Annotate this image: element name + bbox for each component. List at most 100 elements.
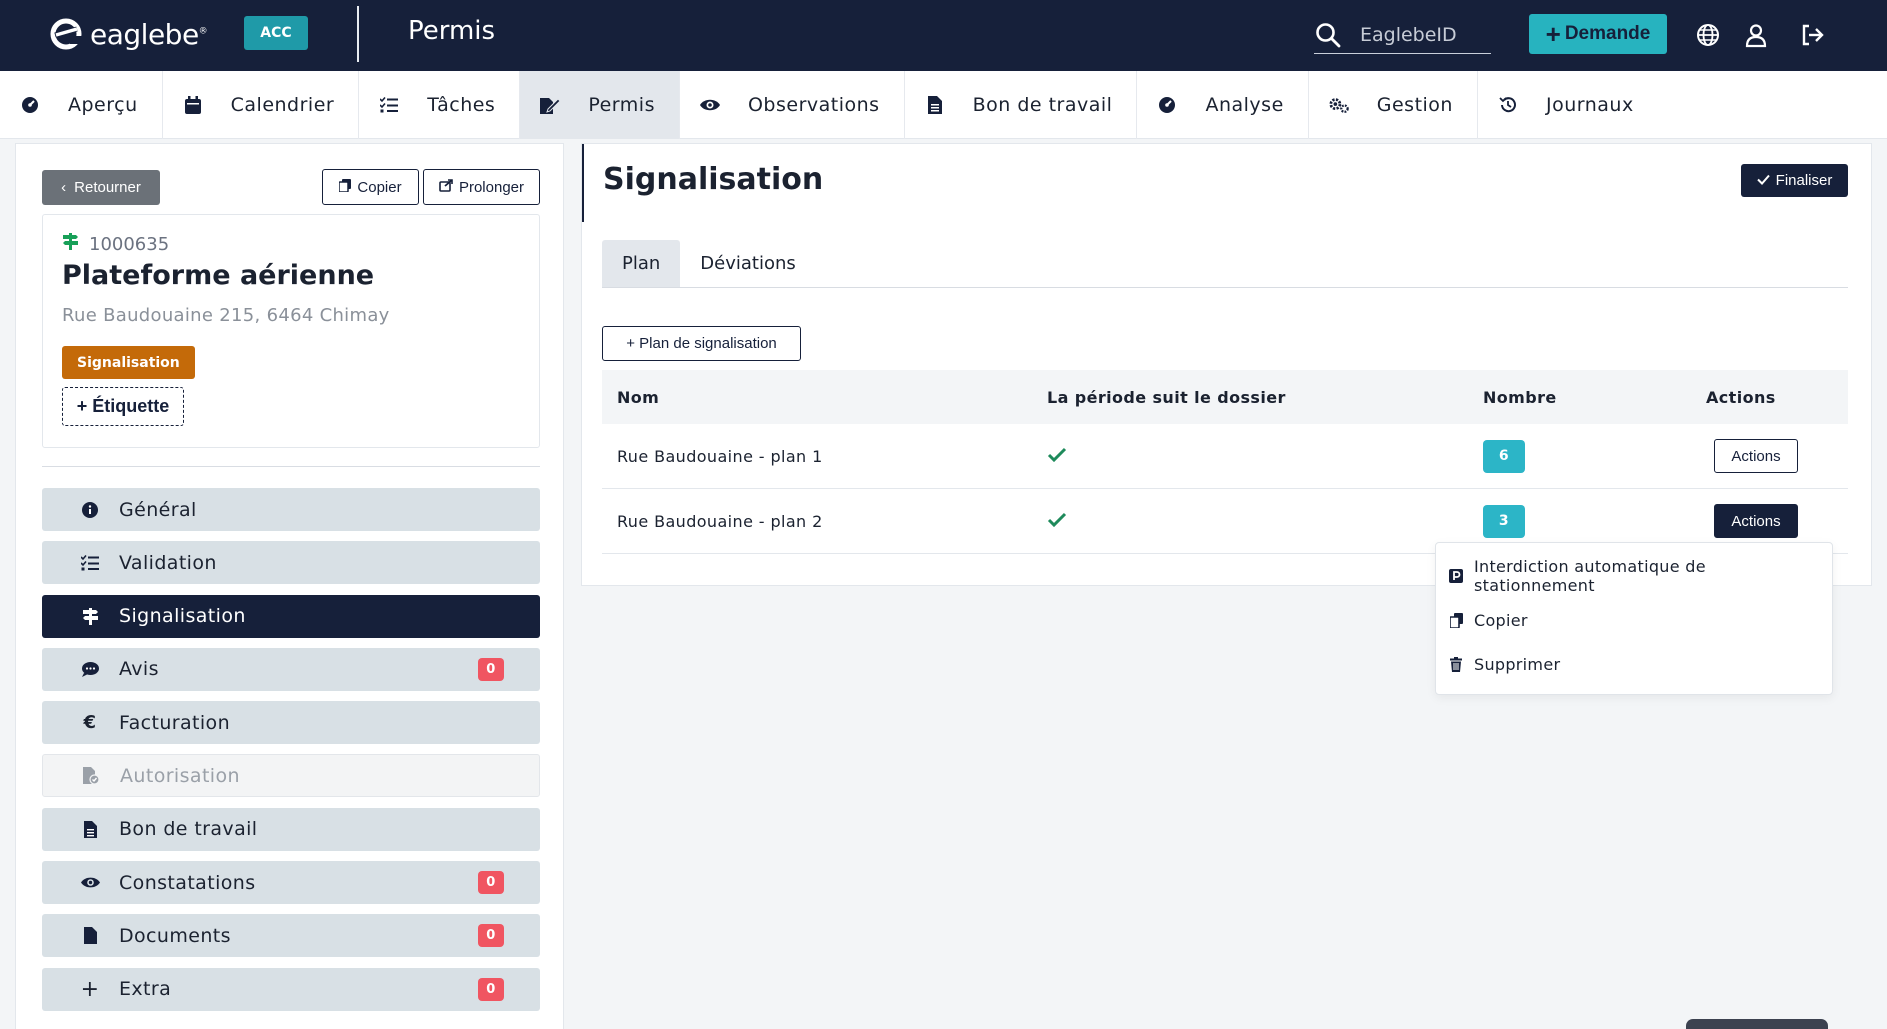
nav-label: Aperçu [68,94,138,116]
menu-item-delete[interactable]: Supprimer [1436,642,1832,686]
tab-deviations[interactable]: Déviations [680,240,815,287]
actions-button[interactable]: Actions [1714,504,1798,538]
copy-icon [1448,612,1464,628]
nav-taches[interactable]: Tâches [359,71,521,139]
plan-name: Rue Baudouaine - plan 1 [617,446,823,466]
sidebar-item-extra[interactable]: + Extra 0 [42,967,540,1011]
dashboard-icon [20,95,40,115]
nav-label: Tâches [427,94,496,116]
copy-label: Copier [357,178,402,196]
copy-button[interactable]: Copier [322,169,419,205]
sidebar-divider [42,466,540,467]
globe-icon[interactable] [1695,22,1721,48]
signalisation-tabs: Plan Déviations [602,240,1848,288]
actions-button[interactable]: Actions [1714,439,1798,473]
gears-icon [1329,95,1349,115]
check-icon [1756,172,1770,189]
new-request-button[interactable]: + Demande [1529,14,1667,54]
registered-mark: ® [198,26,208,37]
permit-sidebar: ‹ Retourner Copier Prolonger 1000635 Pla… [15,143,564,1029]
nav-label: Observations [747,94,880,116]
add-tag-button[interactable]: + Étiquette [62,387,184,426]
finalize-button[interactable]: Finaliser [1741,164,1848,197]
parking-icon [1448,568,1464,584]
nav-label: Bon de travail [972,94,1113,116]
search-icon [1314,21,1342,49]
environment-badge: ACC [244,16,308,50]
plus-icon: + [80,976,100,1002]
search-field[interactable]: EaglebeID [1314,16,1491,54]
signpost-icon [80,607,100,625]
menu-item-copy[interactable]: Copier [1436,598,1832,642]
nav-bon-de-travail[interactable]: Bon de travail [905,71,1138,139]
count-badge: 0 [478,871,504,895]
extend-button[interactable]: Prolonger [423,169,540,205]
sidebar-item-documents[interactable]: Documents 0 [42,914,540,958]
permit-address: Rue Baudouaine 215, 6464 Chimay [62,305,390,326]
main-navigation: Aperçu Calendrier Tâches Permis Observat… [0,71,1887,139]
nav-label: Permis [588,94,655,116]
sidebar-item-general[interactable]: Général [42,488,540,531]
share-square-icon [439,178,453,196]
tag-badge[interactable]: Signalisation [62,346,195,379]
finalize-label: Finaliser [1775,172,1833,189]
nav-apercu[interactable]: Aperçu [0,71,163,139]
back-button[interactable]: ‹ Retourner [42,170,160,205]
permit-summary-card: 1000635 Plateforme aérienne Rue Baudouai… [42,214,540,448]
menu-item-label: Supprimer [1474,654,1561,674]
check-icon [1047,509,1067,534]
nav-label: Gestion [1376,94,1453,116]
nav-permis[interactable]: Permis [520,71,680,139]
add-signalisation-plan-button[interactable]: + Plan de signalisation [602,326,801,361]
menu-item-label: Copier [1474,610,1528,630]
history-icon [1498,95,1518,115]
dashboard-icon [1157,95,1177,115]
count-badge: 6 [1483,439,1525,473]
file-icon [80,927,100,945]
euro-icon: € [83,712,97,734]
permit-number: 1000635 [89,233,170,255]
user-icon[interactable] [1743,22,1769,48]
new-request-label: Demande [1564,23,1651,44]
actions-dropdown-menu: Interdiction automatique de stationnemen… [1435,542,1833,695]
extend-label: Prolonger [458,178,525,196]
floating-widget-tab[interactable] [1686,1019,1828,1029]
sidebar-item-constatations[interactable]: Constatations 0 [42,861,540,905]
nav-label: Analyse [1205,94,1284,116]
nav-analyse[interactable]: Analyse [1137,71,1309,139]
nav-journaux[interactable]: Journaux [1478,71,1658,139]
info-icon [80,501,100,518]
search-input[interactable]: EaglebeID [1360,24,1457,46]
count-badge: 3 [1483,504,1525,538]
sidebar-item-bon-de-travail[interactable]: Bon de travail [42,807,540,851]
sidebar-item-avis[interactable]: Avis 0 [42,647,540,691]
table-row: Rue Baudouaine - plan 1 6 Actions [602,424,1848,489]
menu-item-label: Interdiction automatique de stationnemen… [1474,557,1706,595]
app-logo[interactable]: eaglebe® [48,16,208,52]
sidebar-item-signalisation[interactable]: Signalisation [42,594,540,638]
top-bar: eaglebe® ACC Permis EaglebeID + Demande [0,0,1887,71]
sidebar-item-validation[interactable]: Validation [42,541,540,585]
count-badge: 0 [478,924,504,948]
chevron-left-icon: ‹ [61,179,67,196]
count-badge: 0 [478,657,504,681]
nav-label: Calendrier [230,94,335,116]
sidebar-item-label: Facturation [119,711,231,734]
logout-icon[interactable] [1799,22,1825,48]
document-icon [80,820,100,838]
file-check-icon [81,767,101,785]
page-title: Permis [408,16,496,46]
nav-calendrier[interactable]: Calendrier [163,71,360,139]
menu-item-parking-ban[interactable]: Interdiction automatique de stationnemen… [1436,554,1832,598]
nav-gestion[interactable]: Gestion [1309,71,1478,139]
eaglebe-logo-icon [48,16,84,52]
sidebar-item-label: Documents [119,924,231,947]
permit-icon [540,95,561,115]
copy-icon [338,178,352,196]
sidebar-item-facturation[interactable]: € Facturation [42,701,540,745]
tab-plan[interactable]: Plan [602,240,681,287]
plans-table: Nom La période suit le dossier Nombre Ac… [602,370,1848,554]
logo-text: eaglebe® [90,17,208,51]
nav-observations[interactable]: Observations [680,71,905,139]
permit-id: 1000635 [62,233,169,255]
